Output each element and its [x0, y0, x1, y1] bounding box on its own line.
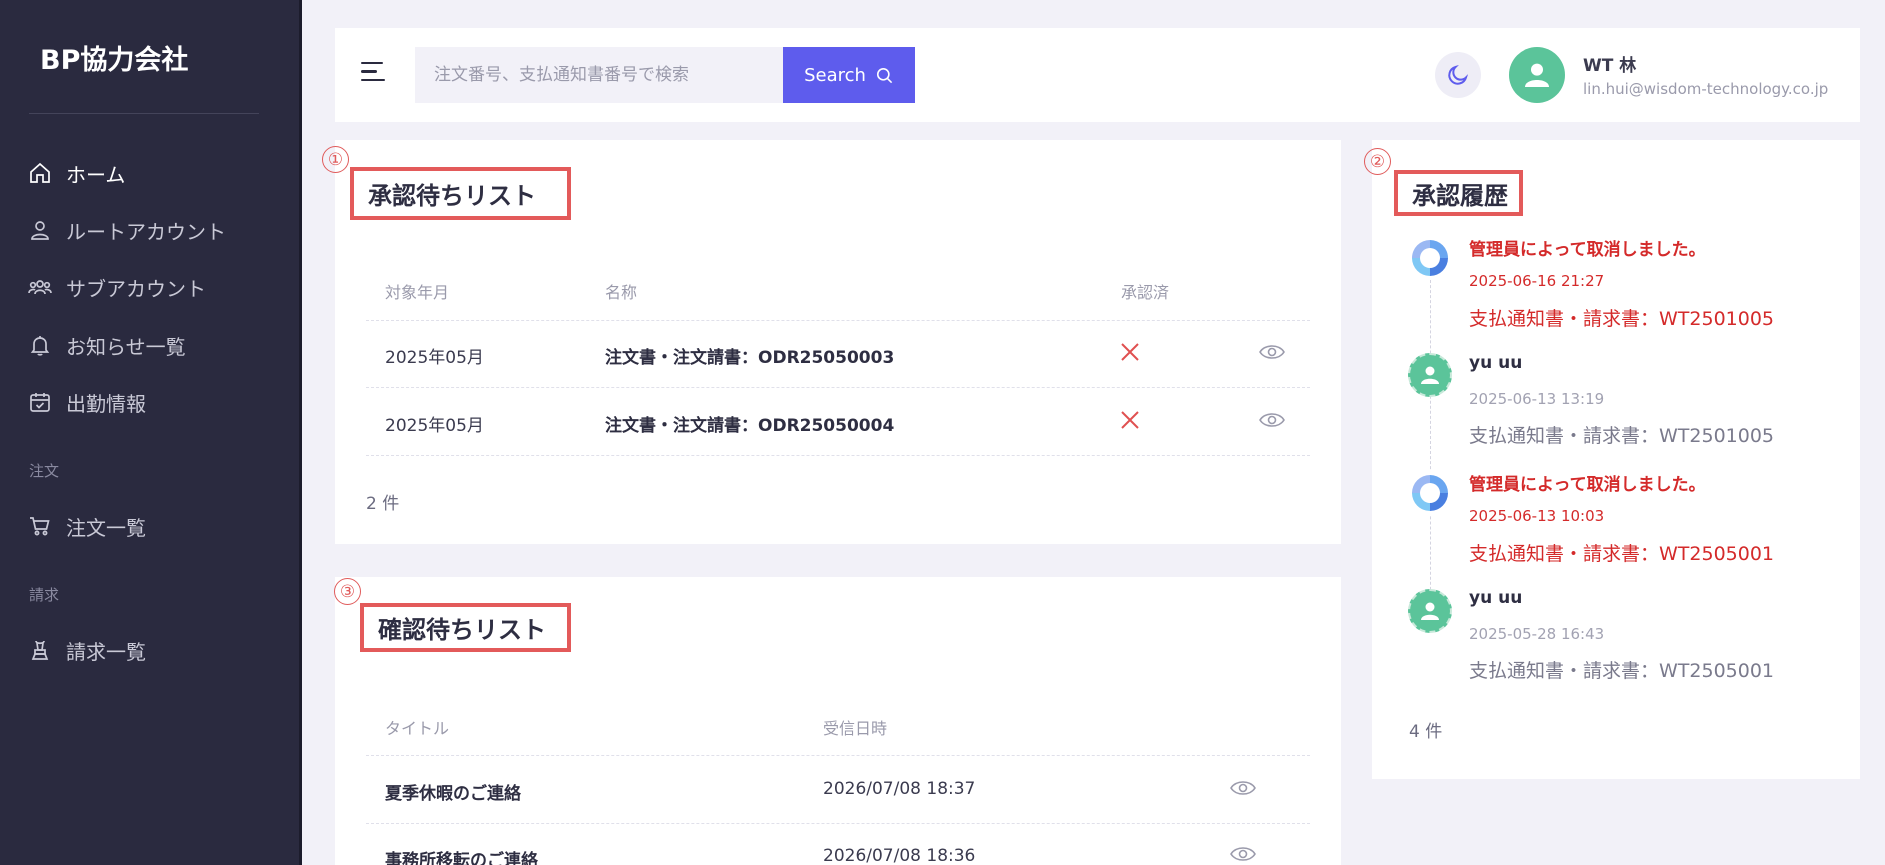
menu-toggle-button[interactable]: [361, 62, 387, 86]
divider: [29, 113, 259, 114]
view-eye-icon[interactable]: [1229, 844, 1257, 864]
record-count: 2 件: [366, 494, 400, 514]
sidebar-item-label: お知らせ一覧: [66, 334, 186, 359]
sidebar-item-order-list[interactable]: 注文一覧: [28, 508, 146, 544]
logo-icon: [1412, 475, 1448, 511]
timeline-line: [1430, 270, 1431, 620]
table-cell-received: 2026/07/08 18:36: [823, 846, 976, 865]
table-cell-name: 注文書・注文請書：ODR25050003: [605, 348, 895, 368]
user-name: WT 林: [1583, 56, 1637, 76]
hamburger-icon-line: [361, 70, 377, 73]
column-header-approved: 承認済: [1121, 283, 1170, 302]
sidebar-item-label: 請求一覧: [66, 639, 146, 664]
search-button[interactable]: Search: [783, 47, 915, 103]
user-icon: [1421, 366, 1439, 384]
search-input[interactable]: [415, 47, 783, 103]
sidebar-item-root-account[interactable]: ルートアカウント: [28, 212, 226, 248]
not-approved-icon: [1121, 343, 1139, 361]
approval-history-title: 承認履歴: [1394, 170, 1523, 216]
table-cell-period: 2025年05月: [385, 416, 484, 436]
row-divider: [366, 455, 1310, 456]
logo-icon: [1412, 240, 1448, 276]
row-divider: [366, 320, 1310, 321]
system-logo-avatar: [1408, 471, 1452, 515]
sidebar-item-attendance[interactable]: 出勤情報: [28, 384, 146, 420]
record-count: 4 件: [1409, 722, 1443, 742]
row-divider: [366, 755, 1310, 756]
sidebar-item-invoice-list[interactable]: 請求一覧: [28, 632, 146, 668]
theme-toggle-button[interactable]: [1435, 52, 1481, 98]
history-doc-link[interactable]: 支払通知書・請求書：WT2505001: [1469, 656, 1774, 683]
table-cell-title: 夏季休暇のご連絡: [385, 784, 521, 804]
user-icon: [1421, 602, 1439, 620]
section-label-billing: 請求: [29, 586, 60, 604]
invoice-icon: [31, 640, 49, 660]
annotation-marker-1: ①: [322, 146, 349, 173]
column-header-name: 名称: [605, 283, 638, 302]
view-eye-icon[interactable]: [1258, 342, 1286, 362]
history-doc-link[interactable]: 支払通知書・請求書：WT2505001: [1469, 539, 1774, 566]
history-time: 2025-06-16 21:27: [1469, 272, 1605, 290]
column-header-period: 対象年月: [385, 283, 450, 302]
hamburger-icon: [361, 62, 383, 65]
sidebar-item-label: サブアカウント: [66, 276, 206, 301]
history-actor: 管理員によって取消しました。: [1469, 240, 1706, 260]
table-cell-name: 注文書・注文請書：ODR25050004: [605, 416, 895, 436]
history-time: 2025-05-28 16:43: [1469, 625, 1605, 643]
history-actor: yu uu: [1469, 353, 1523, 373]
confirm-pending-title: 確認待ちリスト: [360, 603, 571, 652]
search-icon: [876, 67, 893, 83]
bell-icon: [30, 336, 50, 356]
top-header: Search WT 林 lin.hui@wisdom-technology.co…: [335, 28, 1860, 122]
user-avatar: [1408, 589, 1452, 633]
calendar-icon: [30, 393, 50, 412]
sidebar-item-label: ルートアカウント: [66, 219, 226, 244]
sidebar-item-home[interactable]: ホーム: [28, 155, 125, 191]
sidebar-item-notices[interactable]: お知らせ一覧: [28, 327, 186, 363]
history-doc-link[interactable]: 支払通知書・請求書：WT2501005: [1469, 304, 1774, 331]
section-label-order: 注文: [29, 462, 60, 480]
user-avatar[interactable]: [1509, 47, 1565, 103]
annotation-marker-2: ②: [1364, 148, 1391, 175]
view-eye-icon[interactable]: [1229, 778, 1257, 798]
sidebar-item-label: 出勤情報: [66, 391, 146, 416]
user-avatar: [1408, 353, 1452, 397]
sidebar-item-sub-account[interactable]: サブアカウント: [28, 269, 206, 305]
table-cell-period: 2025年05月: [385, 348, 484, 368]
history-actor: yu uu: [1469, 588, 1523, 608]
users-icon: [28, 280, 52, 295]
cart-icon: [30, 517, 50, 536]
row-divider: [366, 823, 1310, 824]
table-cell-received: 2026/07/08 18:37: [823, 779, 976, 799]
home-icon: [30, 162, 50, 183]
sidebar-item-label: 注文一覧: [66, 515, 146, 540]
column-header-title: タイトル: [385, 719, 450, 738]
approval-pending-title: 承認待ちリスト: [350, 167, 571, 220]
brand-logo[interactable]: BP協力会社: [40, 38, 188, 77]
history-time: 2025-06-13 13:19: [1469, 390, 1605, 408]
history-doc-link[interactable]: 支払通知書・請求書：WT2501005: [1469, 421, 1774, 448]
user-icon: [31, 221, 49, 240]
hamburger-icon-line: [361, 78, 385, 82]
annotation-marker-3: ③: [334, 578, 361, 605]
moon-icon: [1448, 64, 1469, 85]
system-logo-avatar: [1408, 236, 1452, 280]
history-actor: 管理員によって取消しました。: [1469, 475, 1706, 495]
user-icon: [1525, 63, 1549, 87]
table-cell-title: 事務所移転のご連絡: [385, 851, 538, 865]
row-divider: [366, 387, 1310, 388]
search-button-label: Search: [804, 64, 866, 86]
history-time: 2025-06-13 10:03: [1469, 507, 1605, 525]
sidebar: BP協力会社 ホーム ルートアカウント サブアカウント お知らせ一覧 出勤情報 …: [0, 0, 302, 865]
column-header-received: 受信日時: [823, 719, 888, 738]
user-email: lin.hui@wisdom-technology.co.jp: [1583, 80, 1829, 98]
view-eye-icon[interactable]: [1258, 410, 1286, 430]
not-approved-icon: [1121, 411, 1139, 429]
sidebar-item-label: ホーム: [66, 162, 126, 187]
